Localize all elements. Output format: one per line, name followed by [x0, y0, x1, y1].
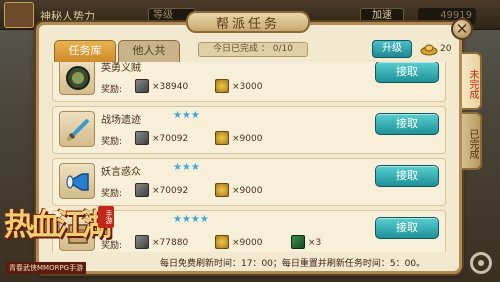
reward-label: 奖励: [101, 85, 123, 95]
coin-icon [215, 183, 229, 197]
ingot-icon [420, 44, 438, 56]
reward-silver: ×70092 [152, 134, 189, 144]
completed-today: 今日已完成 ： 0/10 [198, 42, 308, 57]
tab-task-library[interactable]: 任务库 [54, 40, 116, 62]
difficulty-stars: ★★★ [173, 110, 200, 121]
close-button[interactable]: ✕ [451, 18, 473, 40]
close-icon: ✕ [455, 20, 469, 38]
side-tab-completed[interactable]: 已完成 [462, 112, 482, 170]
upgrade-button[interactable]: 升级 [372, 40, 412, 58]
avatar[interactable] [4, 2, 34, 28]
coin-icon [215, 131, 229, 145]
refresh-info: 每日免费刷新时间：17：00；每日重置并刷新任务时间：5：00。 [160, 259, 426, 269]
silver-icon [135, 183, 149, 197]
reward-coin: ×9000 [232, 186, 263, 196]
task-tabs: 任务库 他人共享 [54, 40, 180, 77]
ingot-count: 20 [440, 44, 452, 54]
silver-icon [135, 131, 149, 145]
item-icon [291, 235, 305, 249]
reward-coin: ×3000 [232, 82, 263, 92]
tab-shared-by-others[interactable]: 他人共享 [118, 40, 180, 77]
round-emblem-icon [59, 62, 95, 95]
horn-icon [59, 163, 95, 199]
task-row: 战场遗迹 ★★★ 奖励: ×70092 ×9000 接取 [52, 106, 446, 154]
logo-seal: 手游 [98, 206, 114, 228]
task-row: 英勇义贼 奖励: ×38940 ×3000 接取 [52, 62, 446, 102]
task-name: 战场遗迹 [101, 115, 141, 126]
coin-icon [215, 235, 229, 249]
silver-icon [135, 79, 149, 93]
reward-silver: ×70092 [152, 186, 189, 196]
reward-coin: ×9000 [232, 238, 263, 248]
accept-button[interactable]: 接取 [375, 165, 439, 187]
task-row: 妖言惑众 ★★★ 奖励: ×70092 ×9000 接取 [52, 158, 446, 206]
reward-label: 奖励: [101, 189, 123, 199]
silver-icon [135, 235, 149, 249]
sword-icon [59, 111, 95, 147]
reward-label: 奖励: [101, 137, 123, 147]
logo-subtitle: 青春武侠MMORPG手游 [6, 262, 87, 274]
accept-button[interactable]: 接取 [375, 113, 439, 135]
difficulty-stars: ★★★ [173, 162, 200, 173]
task-name: 妖言惑众 [101, 167, 141, 178]
dialog-title: 帮派任务 [215, 17, 280, 32]
game-logo: 热血江湖 手游 青春武侠MMORPG手游 [0, 200, 120, 280]
reward-silver: ×77880 [152, 238, 189, 248]
difficulty-stars: ★★★★ [173, 214, 209, 225]
accept-button[interactable]: 接取 [375, 217, 439, 239]
side-tab-incomplete[interactable]: 未完成 [462, 52, 482, 110]
reward-coin: ×9000 [232, 134, 263, 144]
reward-item: ×3 [308, 238, 322, 248]
logo-title: 热血江湖 [4, 208, 112, 243]
coin-icon [215, 79, 229, 93]
task-name: 英勇义贼 [101, 63, 141, 74]
accept-button[interactable]: 接取 [375, 62, 439, 83]
reward-silver: ×38940 [152, 82, 189, 92]
gear-icon[interactable] [470, 252, 492, 274]
dialog-title-plate: 帮派任务 [186, 11, 310, 33]
